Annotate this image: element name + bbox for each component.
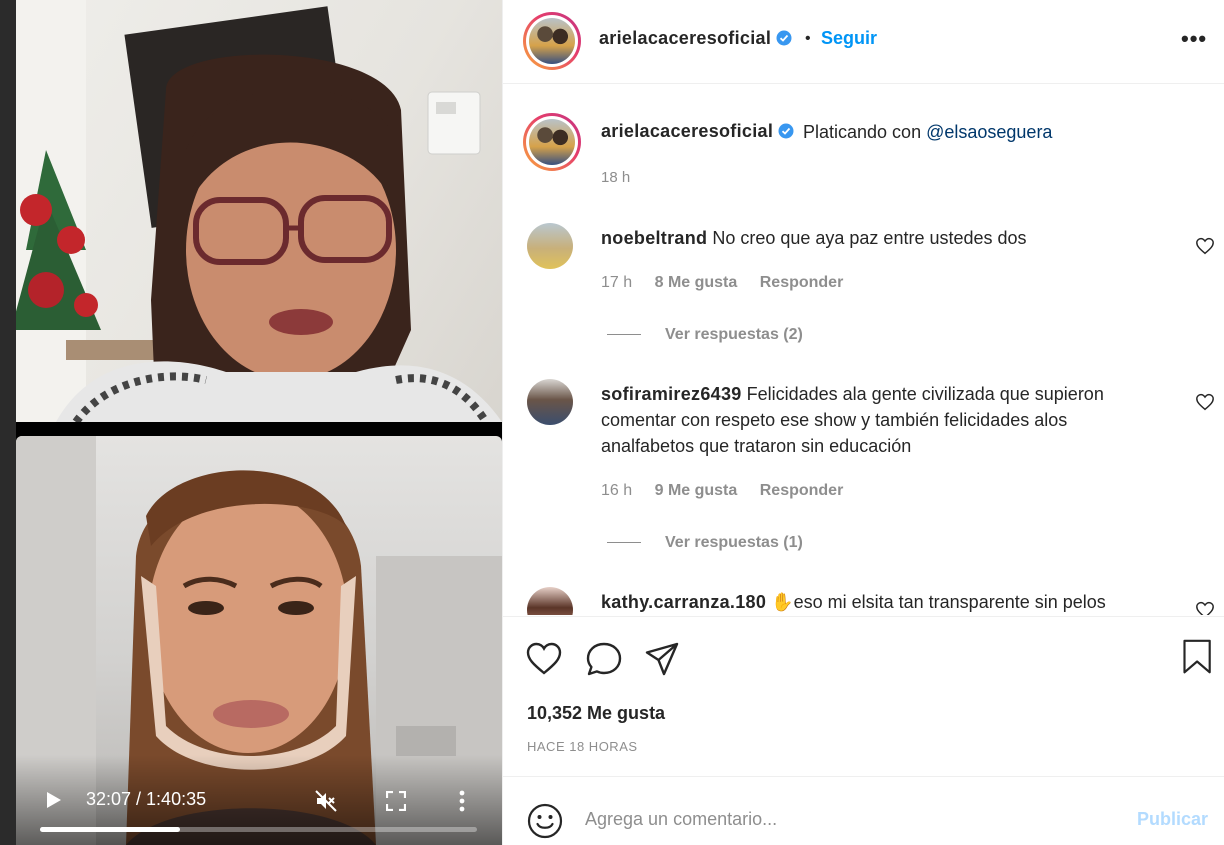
verified-badge-icon xyxy=(776,30,792,46)
comment-like-heart-icon[interactable] xyxy=(1195,393,1215,411)
comment-text: ✋eso mi elsita tan transparente sin pelo… xyxy=(771,592,1106,612)
post-timestamp: HACE 18 HORAS xyxy=(527,739,638,754)
reply-button[interactable]: Responder xyxy=(760,482,844,499)
comment-username[interactable]: kathy.carranza.180 xyxy=(601,592,766,612)
video-time: 32:07 / 1:40:35 xyxy=(86,789,207,809)
like-heart-icon[interactable] xyxy=(525,641,563,677)
comment-bubble-icon[interactable] xyxy=(585,641,623,677)
caption-text: Platicando con @elsaoseguera xyxy=(803,122,1052,143)
muted-speaker-icon[interactable] xyxy=(314,789,338,813)
author-avatar[interactable] xyxy=(523,12,581,70)
emoji-picker-icon[interactable] xyxy=(527,803,563,839)
caption-username[interactable]: arielacaceresoficial xyxy=(601,121,773,141)
comment-likes[interactable]: 8 Me gusta xyxy=(655,274,738,291)
caption-prefix: Platicando con xyxy=(803,122,927,142)
reply-button[interactable]: Responder xyxy=(760,274,844,291)
play-icon[interactable] xyxy=(46,791,62,809)
header-separator: • xyxy=(805,30,811,47)
more-options-button[interactable]: ••• xyxy=(1181,26,1207,52)
post-side-panel: arielacaceresoficial • Seguir ••• ariela… xyxy=(502,0,1224,845)
comment-avatar[interactable] xyxy=(527,379,573,425)
view-replies-label: Ver respuestas (2) xyxy=(665,326,803,343)
share-send-icon[interactable] xyxy=(643,641,681,677)
save-bookmark-icon[interactable] xyxy=(1179,639,1217,675)
comment-likes[interactable]: 9 Me gusta xyxy=(655,482,738,499)
replies-divider xyxy=(607,542,641,544)
comment-input[interactable] xyxy=(585,809,1105,830)
comment-avatar[interactable] xyxy=(527,587,573,615)
replies-divider xyxy=(607,334,641,336)
add-comment-bar: Publicar xyxy=(503,776,1224,845)
comment-meta: 16 h 9 Me gusta Responder xyxy=(601,482,861,500)
video-progress-fill xyxy=(40,827,180,832)
comments-list[interactable]: arielacaceresoficial Platicando con @els… xyxy=(503,85,1224,615)
comment-avatar[interactable] xyxy=(527,223,573,269)
comment-meta: 17 h 8 Me gusta Responder xyxy=(601,274,861,292)
comment-time: 16 h xyxy=(601,482,633,499)
likes-count[interactable]: 10,352 Me gusta xyxy=(527,703,665,724)
comment-text: No creo que aya paz entre ustedes dos xyxy=(712,228,1027,248)
comment-username[interactable]: noebeltrand xyxy=(601,228,707,248)
more-options-icon[interactable] xyxy=(456,789,468,813)
comment-like-heart-icon[interactable] xyxy=(1195,601,1215,615)
comment-like-heart-icon[interactable] xyxy=(1195,237,1215,255)
caption-username-row: arielacaceresoficial xyxy=(601,121,794,142)
comment-username[interactable]: sofiramirez6439 xyxy=(601,384,742,404)
page-left-strip xyxy=(0,0,16,845)
view-replies-button[interactable]: Ver respuestas (1) xyxy=(607,534,803,552)
post-actions: 10,352 Me gusta HACE 18 HORAS xyxy=(503,616,1224,776)
view-replies-label: Ver respuestas (1) xyxy=(665,534,803,551)
video-progress-bar[interactable] xyxy=(40,827,477,832)
video-controls: 32:07 / 1:40:35 xyxy=(16,755,502,845)
comment-time: 17 h xyxy=(601,274,633,291)
header-username-row: arielacaceresoficial xyxy=(599,28,792,49)
video-top-participant xyxy=(16,0,502,422)
comment-body: kathy.carranza.180 ✋eso mi elsita tan tr… xyxy=(601,589,1161,615)
view-replies-button[interactable]: Ver respuestas (2) xyxy=(607,326,803,344)
comment-body: noebeltrand No creo que aya paz entre us… xyxy=(601,225,1161,251)
header-username[interactable]: arielacaceresoficial xyxy=(599,28,771,48)
fullscreen-icon[interactable] xyxy=(386,791,406,811)
top-camera-scene xyxy=(16,0,502,422)
caption-time: 18 h xyxy=(601,169,631,186)
verified-badge-icon xyxy=(778,123,794,139)
live-video-player[interactable] xyxy=(16,0,502,845)
follow-button[interactable]: Seguir xyxy=(821,28,877,49)
comment-body: sofiramirez6439 Felicidades ala gente ci… xyxy=(601,381,1161,459)
caption-mention-link[interactable]: @elsaoseguera xyxy=(926,122,1052,142)
publish-button[interactable]: Publicar xyxy=(1137,809,1208,830)
caption-avatar[interactable] xyxy=(523,113,581,171)
post-header: arielacaceresoficial • Seguir ••• xyxy=(503,0,1224,84)
